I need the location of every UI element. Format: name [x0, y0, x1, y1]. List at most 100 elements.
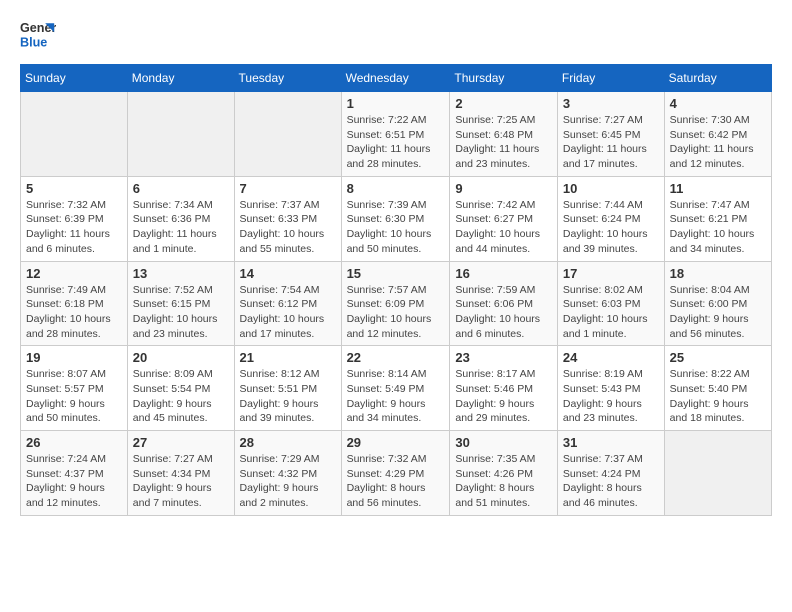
- weekday-header-monday: Monday: [127, 65, 234, 92]
- weekday-header-thursday: Thursday: [450, 65, 558, 92]
- calendar-week-row: 5Sunrise: 7:32 AM Sunset: 6:39 PM Daylig…: [21, 176, 772, 261]
- day-number: 11: [670, 181, 766, 196]
- day-info: Sunrise: 8:14 AM Sunset: 5:49 PM Dayligh…: [347, 367, 445, 426]
- calendar-week-row: 26 Sunrise: 7:24 AM Sunset: 4:37 PM Dayli…: [21, 431, 772, 516]
- day-number: 10: [563, 181, 659, 196]
- weekday-header-friday: Friday: [557, 65, 664, 92]
- day-info: Sunrise: 7:32 AM Sunset: 6:39 PM Dayligh…: [26, 198, 122, 257]
- day-info: Sunrise: 7:52 AM Sunset: 6:15 PM Dayligh…: [133, 283, 229, 342]
- logo-icon: General Blue: [20, 16, 56, 52]
- day-info: Sunrise: 7:37 AM Sunset: 6:33 PM Dayligh…: [240, 198, 336, 257]
- day-number: 9: [455, 181, 552, 196]
- day-info: Sunrise: 8:04 AM Sunset: 6:00 PM Dayligh…: [670, 283, 766, 342]
- day-number: 12: [26, 266, 122, 281]
- calendar-cell: 6Sunrise: 7:34 AM Sunset: 6:36 PM Daylig…: [127, 176, 234, 261]
- calendar-cell: 2 Sunrise: 7:25 AM Sunset: 6:48 PM Daylig…: [450, 92, 558, 177]
- day-info: Sunrise: 7:47 AM Sunset: 6:21 PM Dayligh…: [670, 198, 766, 257]
- calendar-cell: 1 Sunrise: 7:22 AM Sunset: 6:51 PM Daylig…: [341, 92, 450, 177]
- calendar-cell: 11 Sunrise: 7:47 AM Sunset: 6:21 PM Dayli…: [664, 176, 771, 261]
- calendar-cell: 24 Sunrise: 8:19 AM Sunset: 5:43 PM Dayli…: [557, 346, 664, 431]
- calendar-cell: 25 Sunrise: 8:22 AM Sunset: 5:40 PM Dayli…: [664, 346, 771, 431]
- day-number: 19: [26, 350, 122, 365]
- day-info: Sunrise: 7:27 AM Sunset: 4:34 PM Dayligh…: [133, 452, 229, 511]
- day-info: Sunrise: 8:19 AM Sunset: 5:43 PM Dayligh…: [563, 367, 659, 426]
- day-number: 27: [133, 435, 229, 450]
- calendar-cell: 5Sunrise: 7:32 AM Sunset: 6:39 PM Daylig…: [21, 176, 128, 261]
- day-number: 2: [455, 96, 552, 111]
- calendar-cell: 21 Sunrise: 8:12 AM Sunset: 5:51 PM Dayli…: [234, 346, 341, 431]
- day-info: Sunrise: 7:54 AM Sunset: 6:12 PM Dayligh…: [240, 283, 336, 342]
- calendar-week-row: 19 Sunrise: 8:07 AM Sunset: 5:57 PM Dayli…: [21, 346, 772, 431]
- calendar-cell: 19 Sunrise: 8:07 AM Sunset: 5:57 PM Dayli…: [21, 346, 128, 431]
- calendar-cell: 27 Sunrise: 7:27 AM Sunset: 4:34 PM Dayli…: [127, 431, 234, 516]
- day-number: 29: [347, 435, 445, 450]
- calendar-cell: [21, 92, 128, 177]
- day-info: Sunrise: 7:49 AM Sunset: 6:18 PM Dayligh…: [26, 283, 122, 342]
- day-number: 22: [347, 350, 445, 365]
- calendar-cell: 12 Sunrise: 7:49 AM Sunset: 6:18 PM Dayli…: [21, 261, 128, 346]
- calendar-cell: 28Sunrise: 7:29 AM Sunset: 4:32 PM Dayli…: [234, 431, 341, 516]
- day-info: Sunrise: 7:24 AM Sunset: 4:37 PM Dayligh…: [26, 452, 122, 511]
- day-number: 24: [563, 350, 659, 365]
- day-number: 26: [26, 435, 122, 450]
- day-number: 3: [563, 96, 659, 111]
- day-number: 15: [347, 266, 445, 281]
- calendar-cell: 26 Sunrise: 7:24 AM Sunset: 4:37 PM Dayli…: [21, 431, 128, 516]
- calendar-cell: 13 Sunrise: 7:52 AM Sunset: 6:15 PM Dayli…: [127, 261, 234, 346]
- day-number: 25: [670, 350, 766, 365]
- calendar-cell: 14Sunrise: 7:54 AM Sunset: 6:12 PM Dayli…: [234, 261, 341, 346]
- calendar-cell: [234, 92, 341, 177]
- calendar-cell: 4Sunrise: 7:30 AM Sunset: 6:42 PM Daylig…: [664, 92, 771, 177]
- day-number: 13: [133, 266, 229, 281]
- day-info: Sunrise: 7:37 AM Sunset: 4:24 PM Dayligh…: [563, 452, 659, 511]
- calendar-cell: 3 Sunrise: 7:27 AM Sunset: 6:45 PM Daylig…: [557, 92, 664, 177]
- calendar-cell: 29 Sunrise: 7:32 AM Sunset: 4:29 PM Dayli…: [341, 431, 450, 516]
- calendar-cell: 22 Sunrise: 8:14 AM Sunset: 5:49 PM Dayli…: [341, 346, 450, 431]
- day-info: Sunrise: 7:35 AM Sunset: 4:26 PM Dayligh…: [455, 452, 552, 511]
- calendar-table: SundayMondayTuesdayWednesdayThursdayFrid…: [20, 64, 772, 516]
- day-number: 16: [455, 266, 552, 281]
- day-info: Sunrise: 7:34 AM Sunset: 6:36 PM Dayligh…: [133, 198, 229, 257]
- calendar-cell: 20Sunrise: 8:09 AM Sunset: 5:54 PM Dayli…: [127, 346, 234, 431]
- weekday-header-saturday: Saturday: [664, 65, 771, 92]
- day-number: 21: [240, 350, 336, 365]
- day-info: Sunrise: 7:32 AM Sunset: 4:29 PM Dayligh…: [347, 452, 445, 511]
- day-info: Sunrise: 7:27 AM Sunset: 6:45 PM Dayligh…: [563, 113, 659, 172]
- day-number: 1: [347, 96, 445, 111]
- calendar-cell: 15 Sunrise: 7:57 AM Sunset: 6:09 PM Dayli…: [341, 261, 450, 346]
- weekday-header-wednesday: Wednesday: [341, 65, 450, 92]
- calendar-cell: 31Sunrise: 7:37 AM Sunset: 4:24 PM Dayli…: [557, 431, 664, 516]
- day-number: 17: [563, 266, 659, 281]
- day-info: Sunrise: 7:30 AM Sunset: 6:42 PM Dayligh…: [670, 113, 766, 172]
- day-info: Sunrise: 7:22 AM Sunset: 6:51 PM Dayligh…: [347, 113, 445, 172]
- day-info: Sunrise: 8:09 AM Sunset: 5:54 PM Dayligh…: [133, 367, 229, 426]
- day-info: Sunrise: 8:22 AM Sunset: 5:40 PM Dayligh…: [670, 367, 766, 426]
- weekday-header-tuesday: Tuesday: [234, 65, 341, 92]
- day-number: 18: [670, 266, 766, 281]
- day-info: Sunrise: 8:12 AM Sunset: 5:51 PM Dayligh…: [240, 367, 336, 426]
- day-info: Sunrise: 8:07 AM Sunset: 5:57 PM Dayligh…: [26, 367, 122, 426]
- calendar-cell: [664, 431, 771, 516]
- logo: General Blue: [20, 16, 56, 52]
- weekday-header-row: SundayMondayTuesdayWednesdayThursdayFrid…: [21, 65, 772, 92]
- day-info: Sunrise: 7:42 AM Sunset: 6:27 PM Dayligh…: [455, 198, 552, 257]
- day-info: Sunrise: 7:29 AM Sunset: 4:32 PM Dayligh…: [240, 452, 336, 511]
- svg-text:Blue: Blue: [20, 36, 47, 50]
- day-number: 8: [347, 181, 445, 196]
- day-info: Sunrise: 7:25 AM Sunset: 6:48 PM Dayligh…: [455, 113, 552, 172]
- day-number: 23: [455, 350, 552, 365]
- calendar-cell: [127, 92, 234, 177]
- weekday-header-sunday: Sunday: [21, 65, 128, 92]
- calendar-cell: 17 Sunrise: 8:02 AM Sunset: 6:03 PM Dayli…: [557, 261, 664, 346]
- day-number: 7: [240, 181, 336, 196]
- day-info: Sunrise: 8:02 AM Sunset: 6:03 PM Dayligh…: [563, 283, 659, 342]
- calendar-cell: 16Sunrise: 7:59 AM Sunset: 6:06 PM Dayli…: [450, 261, 558, 346]
- calendar-week-row: 1 Sunrise: 7:22 AM Sunset: 6:51 PM Daylig…: [21, 92, 772, 177]
- calendar-week-row: 12 Sunrise: 7:49 AM Sunset: 6:18 PM Dayli…: [21, 261, 772, 346]
- calendar-cell: 7 Sunrise: 7:37 AM Sunset: 6:33 PM Daylig…: [234, 176, 341, 261]
- calendar-cell: 23Sunrise: 8:17 AM Sunset: 5:46 PM Dayli…: [450, 346, 558, 431]
- page-header: General Blue: [20, 16, 772, 52]
- calendar-cell: 18 Sunrise: 8:04 AM Sunset: 6:00 PM Dayli…: [664, 261, 771, 346]
- day-info: Sunrise: 7:57 AM Sunset: 6:09 PM Dayligh…: [347, 283, 445, 342]
- calendar-cell: 10Sunrise: 7:44 AM Sunset: 6:24 PM Dayli…: [557, 176, 664, 261]
